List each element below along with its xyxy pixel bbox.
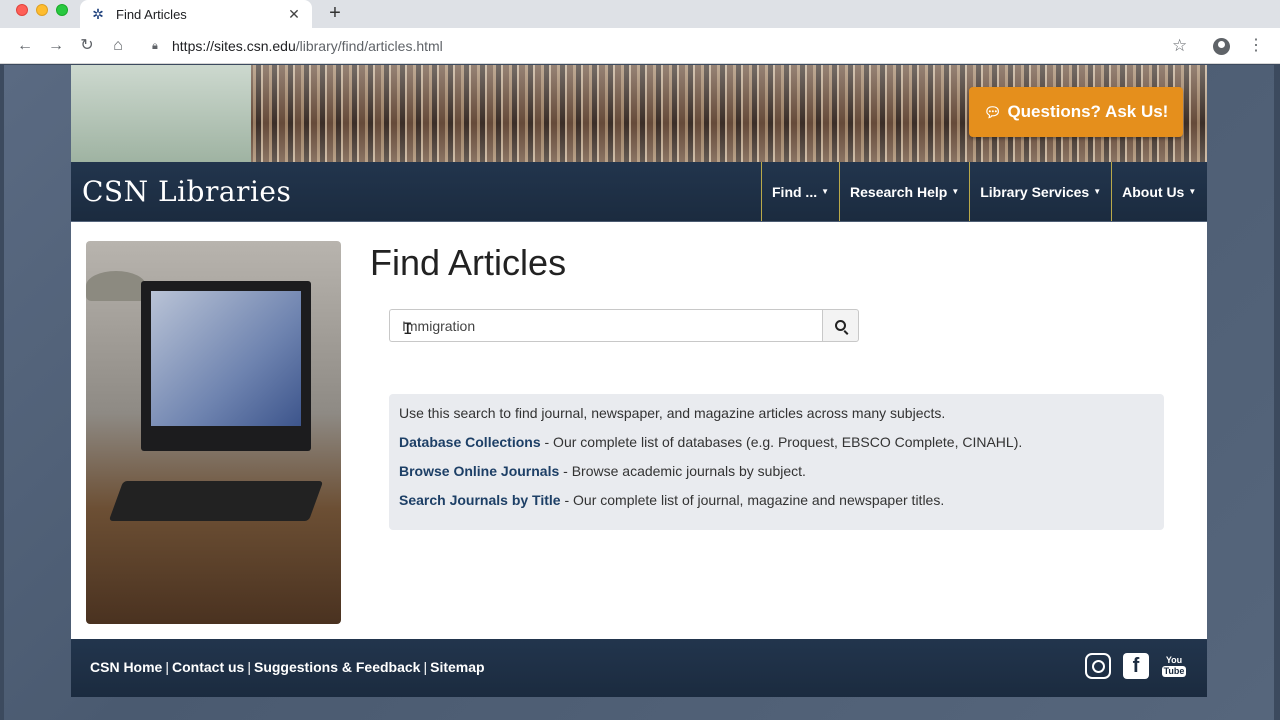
lamp-shape xyxy=(86,271,146,301)
forward-icon[interactable]: → xyxy=(46,36,66,56)
site-favicon-icon: ✲ xyxy=(92,6,104,22)
address-bar[interactable]: 🔒︎ https://sites.csn.edu/library/find/ar… xyxy=(140,32,1200,60)
url-path: /library/find/articles.html xyxy=(295,38,443,54)
page-title: Find Articles xyxy=(370,242,567,283)
site-container: 💬︎ Questions? Ask Us! CSN Libraries Find… xyxy=(71,65,1207,697)
ask-us-label: Questions? Ask Us! xyxy=(1007,102,1169,121)
star-icon[interactable]: ☆ xyxy=(1172,36,1187,56)
nav-menu: Find ... ▼ Research Help ▼ Library Service… xyxy=(761,162,1206,221)
banner-window xyxy=(71,65,251,162)
info-item: Search Journals by Title - Our complete … xyxy=(399,491,1154,520)
url-host: https://sites.csn.edu xyxy=(172,38,296,54)
youtube-icon[interactable]: You Tube xyxy=(1161,653,1187,679)
new-tab-button[interactable]: + xyxy=(324,2,346,25)
tab-close-icon[interactable]: ✕ xyxy=(286,6,302,23)
footer-links: CSN Home | Contact us | Suggestions & Feedba… xyxy=(90,659,485,675)
footer-link-suggestions[interactable]: Suggestions & Feedback xyxy=(254,659,420,675)
facebook-icon[interactable]: f xyxy=(1123,653,1149,679)
footer-separator: | xyxy=(247,659,251,675)
info-intro: Use this search to find journal, newspap… xyxy=(399,405,946,421)
ask-us-button[interactable]: 💬︎ Questions? Ask Us! xyxy=(969,87,1183,137)
chat-icon: 💬︎ xyxy=(983,103,1002,120)
search-journals-by-title-link[interactable]: Search Journals by Title xyxy=(399,492,561,508)
browser-toolbar: ← → ↻ ⌂ 🔒︎ https://sites.csn.edu/library… xyxy=(0,28,1280,64)
database-collections-link[interactable]: Database Collections xyxy=(399,434,541,450)
menu-icon[interactable]: ⋮ xyxy=(1248,36,1264,56)
info-item: Database Collections - Our complete list… xyxy=(399,433,1154,462)
instagram-icon[interactable] xyxy=(1085,653,1111,679)
nav-label: Find ... xyxy=(772,183,818,200)
site-brand[interactable]: CSN Libraries xyxy=(82,175,291,208)
page-viewport: 💬︎ Questions? Ask Us! CSN Libraries Find… xyxy=(4,65,1274,720)
close-window-button[interactable] xyxy=(16,4,28,16)
info-desc: - Our complete list of databases (e.g. P… xyxy=(540,434,1023,450)
url-text: https://sites.csn.edu/library/find/artic… xyxy=(172,38,443,54)
footer-separator: | xyxy=(423,659,428,675)
caret-down-icon: ▼ xyxy=(951,187,960,196)
caret-down-icon: ▼ xyxy=(1188,187,1197,196)
info-desc: - Browse academic journals by subject. xyxy=(559,463,806,479)
nav-item-library-services[interactable]: Library Services ▼ xyxy=(969,162,1111,221)
footer-link-contact-us[interactable]: Contact us xyxy=(172,659,244,675)
maximize-window-button[interactable] xyxy=(56,4,68,16)
social-links: f You Tube xyxy=(1085,653,1187,679)
nav-label: Research Help xyxy=(850,183,948,200)
main-content: Find Articles Use this search to find jo… xyxy=(71,222,1207,639)
browser-tab-bar: ✲ Find Articles ✕ + xyxy=(0,0,1280,28)
home-icon[interactable]: ⌂ xyxy=(108,36,128,56)
reload-icon[interactable]: ↻ xyxy=(77,36,97,56)
search-button[interactable] xyxy=(822,309,859,342)
nav-label: Library Services xyxy=(980,183,1090,200)
footer-separator: | xyxy=(165,659,169,675)
back-icon[interactable]: ← xyxy=(15,36,35,56)
search-input[interactable] xyxy=(389,309,823,342)
nav-label: About Us xyxy=(1122,183,1185,200)
monitor-shape xyxy=(141,281,311,451)
site-footer: CSN Home | Contact us | Suggestions & Feedba… xyxy=(71,639,1207,697)
profile-icon[interactable] xyxy=(1213,38,1230,55)
info-panel: Use this search to find journal, newspap… xyxy=(389,394,1164,530)
info-item: Browse Online Journals - Browse academic… xyxy=(399,462,1154,491)
monitor-screen-shape xyxy=(151,291,301,426)
nav-item-find[interactable]: Find ... ▼ xyxy=(761,162,839,221)
text-cursor-icon: I xyxy=(403,319,413,338)
library-banner-image: 💬︎ Questions? Ask Us! xyxy=(71,65,1207,162)
lock-icon: 🔒︎ xyxy=(152,40,158,52)
tab-title: Find Articles xyxy=(116,6,187,22)
search-icon xyxy=(835,320,847,331)
caret-down-icon: ▼ xyxy=(1093,187,1102,196)
footer-link-csn-home[interactable]: CSN Home xyxy=(90,659,162,675)
keyboard-shape xyxy=(108,481,324,521)
minimize-window-button[interactable] xyxy=(36,4,48,16)
info-desc: - Our complete list of journal, magazine… xyxy=(560,492,945,508)
browse-online-journals-link[interactable]: Browse Online Journals xyxy=(399,463,559,479)
article-search xyxy=(389,309,859,342)
nav-item-about-us[interactable]: About Us ▼ xyxy=(1111,162,1206,221)
nav-item-research-help[interactable]: Research Help ▼ xyxy=(839,162,969,221)
browser-tab[interactable]: ✲ Find Articles ✕ xyxy=(80,0,312,28)
computer-desk-photo xyxy=(86,241,341,624)
footer-link-sitemap[interactable]: Sitemap xyxy=(430,659,484,675)
main-navbar: CSN Libraries Find ... ▼ Research Help ▼ L… xyxy=(71,162,1207,221)
caret-down-icon: ▼ xyxy=(821,187,830,196)
